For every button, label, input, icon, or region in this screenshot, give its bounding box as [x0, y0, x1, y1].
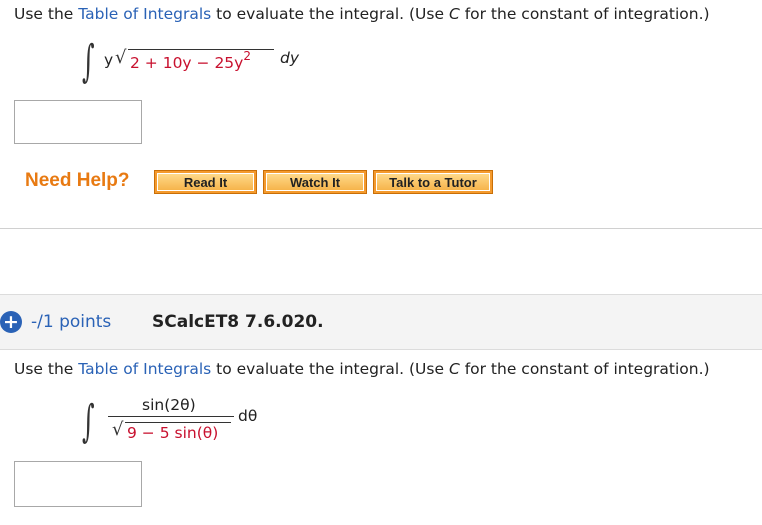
q2-answer-input[interactable] — [14, 461, 142, 507]
denominator: 9 − 5 sin(θ) — [127, 424, 219, 442]
integrand-y: y — [104, 51, 114, 69]
table-of-integrals-link-2[interactable]: Table of Integrals — [78, 360, 211, 378]
read-it-button[interactable]: Read It — [154, 170, 257, 194]
sqrt-sign: √ — [115, 47, 127, 68]
q2-integral: ∫ sin(2θ) √ 9 − 5 sin(θ) dθ — [82, 392, 282, 452]
watch-it-button[interactable]: Watch It — [263, 170, 367, 194]
need-help-label: Need Help? — [25, 170, 130, 191]
question-id: SCalcET8 7.6.020. — [152, 312, 324, 332]
table-of-integrals-link[interactable]: Table of Integrals — [78, 5, 211, 23]
points-label: -/1 points — [31, 312, 112, 332]
numerator: sin(2θ) — [142, 396, 196, 414]
dy: dy — [280, 49, 300, 67]
q2-prompt: Use the Table of Integrals to evaluate t… — [14, 360, 710, 378]
q1-integral: ∫ y √ 2 + 10y − 25y2 dy — [82, 38, 312, 88]
radical-bar — [128, 49, 274, 50]
q1-prompt: Use the Table of Integrals to evaluate t… — [14, 5, 710, 23]
radical-bar-2 — [125, 422, 231, 423]
q2-header: + -/1 points SCalcET8 7.6.020. — [0, 294, 762, 350]
radicand: 2 + 10y − 25y2 — [130, 49, 251, 73]
sqrt-sign-2: √ — [112, 419, 124, 440]
page: Use the Table of Integrals to evaluate t… — [0, 0, 762, 525]
dtheta: dθ — [238, 407, 258, 425]
expand-plus-icon[interactable]: + — [0, 311, 22, 333]
integral-sign: ∫ — [82, 36, 95, 87]
section-divider — [0, 228, 762, 229]
integral-sign-2: ∫ — [82, 396, 95, 447]
q1-answer-input[interactable] — [14, 100, 142, 144]
talk-to-tutor-button[interactable]: Talk to a Tutor — [373, 170, 493, 194]
fraction-bar — [108, 416, 234, 417]
